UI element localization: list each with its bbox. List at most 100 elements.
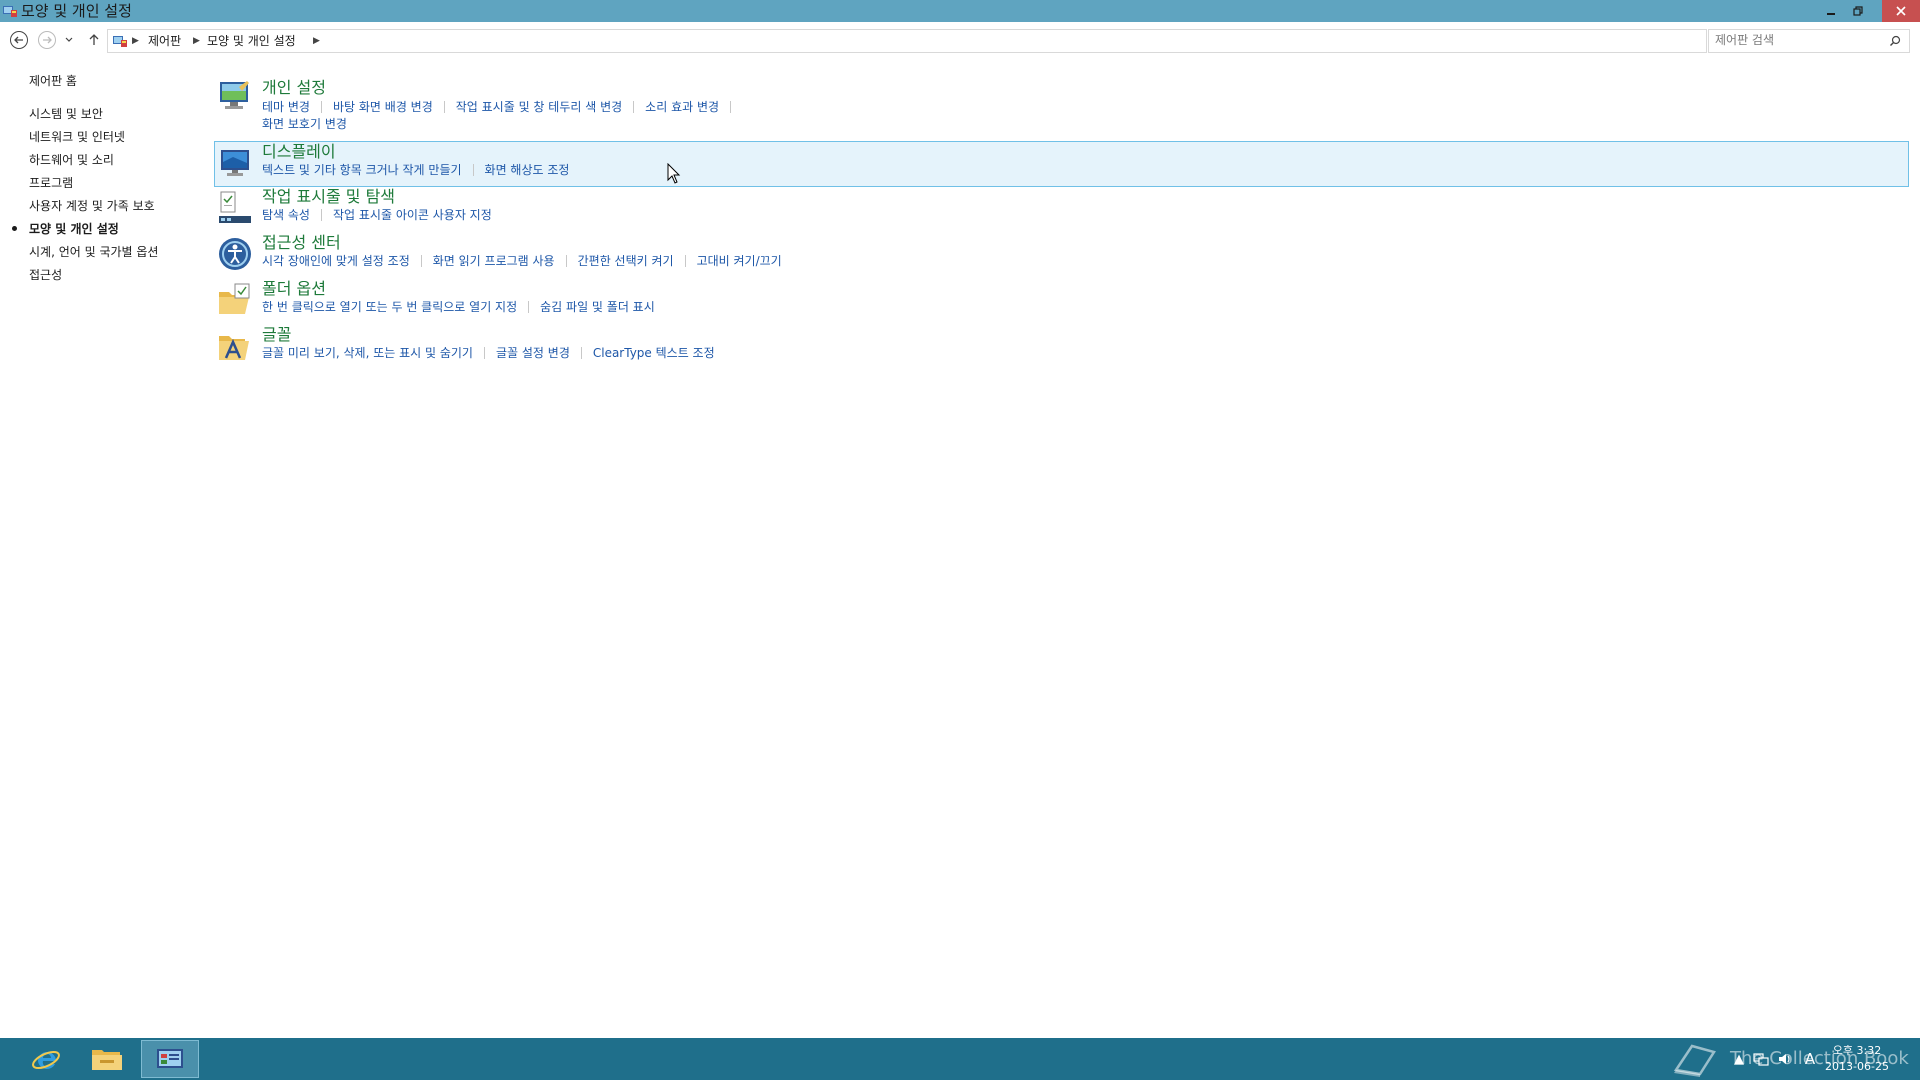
sidebar-item-control-panel-home[interactable]: 제어판 홈 (29, 72, 77, 89)
category-title[interactable]: 디스플레이 (262, 142, 336, 162)
sidebar-item-ease-of-access[interactable]: 접근성 (29, 266, 62, 283)
minimize-button[interactable] (1818, 0, 1844, 22)
separator (580, 347, 582, 359)
control-panel-icon (113, 36, 127, 47)
screen-resolution-link[interactable]: 화면 해상도 조정 (485, 163, 570, 177)
change-sound-effects-link[interactable]: 소리 효과 변경 (645, 100, 719, 114)
control-panel-icon (3, 6, 17, 17)
mouse-cursor-icon (667, 163, 681, 184)
category-links: 텍스트 및 기타 항목 크거나 작게 만들기 화면 해상도 조정 (262, 162, 569, 178)
breadcrumb-appearance[interactable]: 모양 및 개인 설정 (207, 33, 296, 49)
address-bar[interactable]: ▶ 제어판 ▶ 모양 및 개인 설정 ▶ (107, 29, 1794, 53)
breadcrumb-arrow-icon[interactable]: ▶ (132, 33, 139, 49)
sidebar-item-user-accounts[interactable]: 사용자 계정 및 가족 보호 (29, 197, 155, 214)
category-title[interactable]: 폴더 옵션 (262, 279, 326, 299)
optimize-visual-display-link[interactable]: 시각 장애인에 맞게 설정 조정 (262, 254, 410, 268)
fonts-icon (219, 336, 249, 360)
separator (633, 101, 635, 113)
back-button[interactable] (8, 29, 30, 51)
folder-options-icon (219, 283, 250, 314)
category-links: 테마 변경 바탕 화면 배경 변경 작업 표시줄 및 창 테두리 색 변경 소리 효과… (262, 99, 742, 115)
clock-date: 2013-06-25 (1825, 1060, 1889, 1073)
change-screen-saver-link[interactable]: 화면 보호기 변경 (262, 117, 347, 131)
close-icon (1896, 6, 1906, 16)
sidebar-item-programs[interactable]: 프로그램 (29, 174, 73, 191)
clock-time: 오후 3:32 (1832, 1044, 1882, 1057)
back-arrow-icon (10, 31, 28, 49)
separator (565, 255, 567, 267)
change-font-settings-link[interactable]: 글꼴 설정 변경 (496, 346, 570, 360)
internet-explorer-icon (32, 1050, 60, 1070)
sidebar-item-network-internet[interactable]: 네트워크 및 인터넷 (29, 128, 125, 145)
up-button[interactable] (83, 29, 105, 51)
breadcrumb-control-panel[interactable]: 제어판 (148, 33, 181, 49)
breadcrumb-arrow-icon[interactable]: ▶ (193, 33, 200, 49)
taskbar: ▲ A (0, 1038, 1920, 1080)
separator (320, 209, 322, 221)
adjust-cleartype-link[interactable]: ClearType 텍스트 조정 (593, 346, 715, 360)
separator (684, 255, 686, 267)
customize-taskbar-icons-link[interactable]: 작업 표시줄 아이콘 사용자 지정 (333, 208, 492, 222)
single-double-click-link[interactable]: 한 번 클릭으로 열기 또는 두 번 클릭으로 열기 지정 (262, 300, 517, 314)
forward-button[interactable] (36, 29, 58, 51)
category-ease-of-access: 접근성 센터 시각 장애인에 맞게 설정 조정 화면 읽기 프로그램 사용 간편한 … (214, 233, 1909, 278)
forward-arrow-icon (38, 31, 56, 49)
category-taskbar-navigation: 작업 표시줄 및 탐색 탐색 속성 작업 표시줄 아이콘 사용자 지정 (214, 187, 1909, 232)
title-bar: 모양 및 개인 설정 (0, 0, 1920, 22)
sidebar-item-hardware-sound[interactable]: 하드웨어 및 소리 (29, 151, 114, 168)
search-input[interactable] (1715, 32, 1875, 48)
change-theme-link[interactable]: 테마 변경 (262, 100, 310, 114)
turn-on-sticky-keys-link[interactable]: 간편한 선택키 켜기 (578, 254, 674, 268)
sidebar-item-clock-language-region[interactable]: 시계, 언어 및 국가별 옵션 (29, 243, 158, 260)
taskbar-internet-explorer[interactable] (18, 1040, 74, 1078)
control-panel-icon (157, 1049, 183, 1068)
sidebar-item-system-security[interactable]: 시스템 및 보안 (29, 105, 103, 122)
text-size-link[interactable]: 텍스트 및 기타 항목 크거나 작게 만들기 (262, 163, 462, 177)
category-personalization: 개인 설정 테마 변경 바탕 화면 배경 변경 작업 표시줄 및 창 테두리 색 변… (214, 76, 1909, 132)
category-display[interactable]: 디스플레이 텍스트 및 기타 항목 크거나 작게 만들기 화면 해상도 조정 (214, 141, 1909, 187)
minimize-icon (1827, 13, 1835, 15)
category-title[interactable]: 작업 표시줄 및 탐색 (262, 187, 395, 207)
search-box[interactable] (1708, 29, 1910, 53)
change-desktop-background-link[interactable]: 바탕 화면 배경 변경 (333, 100, 433, 114)
separator (320, 101, 322, 113)
search-icon[interactable] (1887, 33, 1903, 49)
category-title[interactable]: 글꼴 (262, 325, 291, 345)
personalization-icon (220, 81, 249, 109)
display-icon (221, 150, 249, 176)
sidebar-item-appearance[interactable]: 모양 및 개인 설정 (29, 220, 119, 237)
category-links: 화면 보호기 변경 (262, 116, 347, 132)
category-title[interactable]: 개인 설정 (262, 78, 326, 98)
category-links: 한 번 클릭으로 열기 또는 두 번 클릭으로 열기 지정 숨김 파일 및 폴더 … (262, 299, 655, 315)
active-bullet-icon (12, 226, 17, 231)
separator (420, 255, 422, 267)
taskbar-control-panel[interactable] (141, 1040, 199, 1078)
show-hidden-files-link[interactable]: 숨김 파일 및 폴더 표시 (540, 300, 655, 314)
close-button[interactable] (1882, 0, 1920, 22)
high-contrast-toggle-link[interactable]: 고대비 켜기/끄기 (697, 254, 782, 268)
recent-locations-button[interactable] (62, 29, 76, 51)
file-explorer-icon (92, 1050, 122, 1070)
window-title: 모양 및 개인 설정 (21, 2, 132, 20)
separator (528, 301, 530, 313)
chevron-down-icon (65, 37, 73, 42)
separator (483, 347, 485, 359)
category-links: 글꼴 미리 보기, 삭제, 또는 표시 및 숨기기 글꼴 설정 변경 ClearTy… (262, 345, 715, 361)
change-taskbar-color-link[interactable]: 작업 표시줄 및 창 테두리 색 변경 (456, 100, 622, 114)
use-screen-reader-link[interactable]: 화면 읽기 프로그램 사용 (433, 254, 555, 268)
taskbar-navigation-icon (219, 191, 251, 223)
watermark-book-icon (1673, 1044, 1716, 1077)
category-title[interactable]: 접근성 센터 (262, 233, 341, 253)
category-folder-options: 폴더 옵션 한 번 클릭으로 열기 또는 두 번 클릭으로 열기 지정 숨김 파일… (214, 279, 1909, 324)
category-fonts: 글꼴 글꼴 미리 보기, 삭제, 또는 표시 및 숨기기 글꼴 설정 변경 Clea… (214, 325, 1909, 370)
restore-icon (1853, 6, 1863, 16)
navigation-bar: ▶ 제어판 ▶ 모양 및 개인 설정 ▶ (0, 22, 1920, 58)
category-links: 탐색 속성 작업 표시줄 아이콘 사용자 지정 (262, 207, 492, 223)
navigation-properties-link[interactable]: 탐색 속성 (262, 208, 310, 222)
taskbar-file-explorer[interactable] (79, 1040, 135, 1078)
preview-delete-fonts-link[interactable]: 글꼴 미리 보기, 삭제, 또는 표시 및 숨기기 (262, 346, 473, 360)
breadcrumb-arrow-icon[interactable]: ▶ (313, 33, 320, 49)
separator (443, 101, 445, 113)
restore-button[interactable] (1845, 0, 1871, 22)
system-clock[interactable]: 오후 3:32 2013-06-25 (1822, 1043, 1892, 1075)
